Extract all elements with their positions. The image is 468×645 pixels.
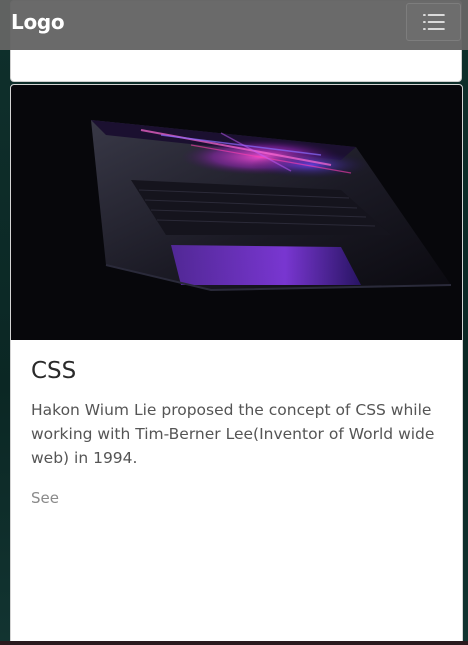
see-link[interactable]: See	[31, 489, 59, 507]
laptop-illustration	[11, 85, 462, 340]
hamburger-menu-icon	[423, 14, 445, 30]
logo-link[interactable]: Logo	[11, 10, 65, 34]
card-title: CSS	[31, 358, 77, 384]
card-text: Hakon Wium Lie proposed the concept of C…	[31, 401, 435, 467]
bottom-strip	[0, 641, 468, 645]
navbar: Logo	[0, 0, 468, 50]
page: Logo CSS Hakon Wium Lie proposed the con…	[0, 0, 468, 645]
article-card: CSS Hakon Wium Lie proposed the concept …	[10, 84, 463, 645]
navbar-toggler-button[interactable]	[406, 3, 461, 41]
card-image	[11, 85, 462, 340]
